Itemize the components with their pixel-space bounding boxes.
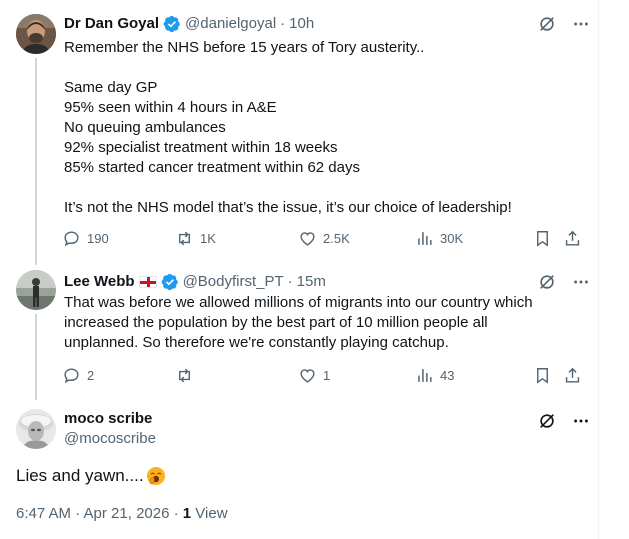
views-count: 43 — [440, 368, 455, 383]
tweet-time[interactable]: 10h — [289, 14, 314, 34]
grok-icon[interactable] — [537, 14, 557, 34]
thread-line — [35, 58, 37, 265]
tweet-top-actions — [537, 411, 591, 431]
tweet-header: Dr Dan Goyal @danielgoyal · 10h — [64, 14, 314, 34]
views-icon — [418, 369, 432, 382]
bookmark-icon — [537, 368, 548, 384]
views-button[interactable]: 43 — [415, 366, 454, 385]
tweet-meta: 6:47 AM · Apr 21, 2026 · 1 View — [16, 504, 228, 524]
tweet-time[interactable]: 15m — [297, 272, 326, 292]
reply-icon — [64, 231, 79, 247]
bookmark-icon — [537, 231, 548, 247]
bookmark-button[interactable] — [533, 229, 558, 248]
tweet-actions: 2 1 43 — [62, 366, 584, 386]
tweet-text: Remember the NHS before 15 years of Tory… — [64, 39, 512, 216]
reply-count: 190 — [87, 231, 109, 246]
like-icon — [300, 232, 315, 246]
reply-icon — [64, 368, 79, 384]
conversation-page: Dr Dan Goyal @danielgoyal · 10h Remember… — [0, 0, 599, 539]
like-button[interactable]: 2.5K — [298, 229, 350, 248]
verified-badge-icon — [163, 15, 181, 33]
author-handle[interactable]: @mocoscribe — [64, 429, 156, 449]
share-icon — [565, 230, 580, 246]
more-icon[interactable] — [571, 272, 591, 292]
tweet-danielgoyal[interactable]: Dr Dan Goyal @danielgoyal · 10h Remember… — [0, 0, 599, 265]
author-handle[interactable]: @Bodyfirst_PT — [183, 272, 284, 292]
repost-icon — [179, 231, 190, 246]
grok-icon[interactable] — [537, 411, 557, 431]
tweet-text: Lies and yawn.... — [16, 466, 144, 485]
author-handle[interactable]: @danielgoyal — [185, 14, 276, 34]
like-count: 1 — [323, 368, 331, 383]
yawning-face-emoji — [146, 466, 166, 486]
repost-button[interactable] — [175, 366, 200, 385]
views-icon — [418, 232, 432, 245]
like-count: 2.5K — [323, 231, 350, 246]
reply-button[interactable]: 2 — [62, 366, 94, 385]
more-icon[interactable] — [571, 14, 591, 34]
avatar[interactable] — [16, 270, 56, 310]
thread-line — [35, 314, 37, 400]
tweet-top-actions — [537, 14, 591, 34]
tweet-actions: 190 1K 2.5K 30K — [62, 229, 584, 249]
avatar[interactable] — [16, 14, 56, 54]
repost-icon — [179, 368, 190, 383]
tweet-text: That was before we allowed millions of m… — [64, 294, 533, 351]
share-button[interactable] — [563, 366, 588, 385]
tweet-header: moco scribe @mocoscribe — [64, 409, 156, 449]
grok-icon[interactable] — [537, 272, 557, 292]
views-button[interactable]: 30K — [415, 229, 463, 248]
like-button[interactable]: 1 — [298, 366, 330, 385]
author-name[interactable]: Dr Dan Goyal — [64, 14, 159, 34]
verified-badge-icon — [161, 273, 179, 291]
author-name[interactable]: moco scribe — [64, 409, 152, 429]
share-icon — [565, 367, 580, 383]
separator-dot: · — [280, 15, 286, 32]
like-icon — [300, 369, 315, 383]
england-flag-icon — [138, 276, 157, 288]
reply-count: 2 — [87, 368, 95, 383]
focused-tweet-text: Lies and yawn.... — [16, 464, 166, 488]
repost-count: 1K — [200, 231, 216, 246]
views-count: 1 — [182, 505, 192, 522]
avatar[interactable] — [16, 409, 56, 449]
author-name[interactable]: Lee Webb — [64, 272, 135, 292]
separator-dot: · — [287, 273, 293, 290]
tweet-header: Lee Webb @Bodyfirst_PT · 15m — [64, 272, 326, 292]
reply-button[interactable]: 190 — [62, 229, 109, 248]
tweet-bodyfirst[interactable]: Lee Webb @Bodyfirst_PT · 15m That was be… — [0, 265, 599, 400]
views-label: View — [195, 505, 228, 522]
more-icon[interactable] — [571, 411, 591, 431]
tweet-timestamp[interactable]: 6:47 AM · Apr 21, 2026 · — [16, 505, 179, 522]
bookmark-button[interactable] — [533, 366, 558, 385]
views-count: 30K — [440, 231, 464, 246]
repost-button[interactable]: 1K — [175, 229, 216, 248]
share-button[interactable] — [563, 229, 588, 248]
tweet-top-actions — [537, 272, 591, 292]
